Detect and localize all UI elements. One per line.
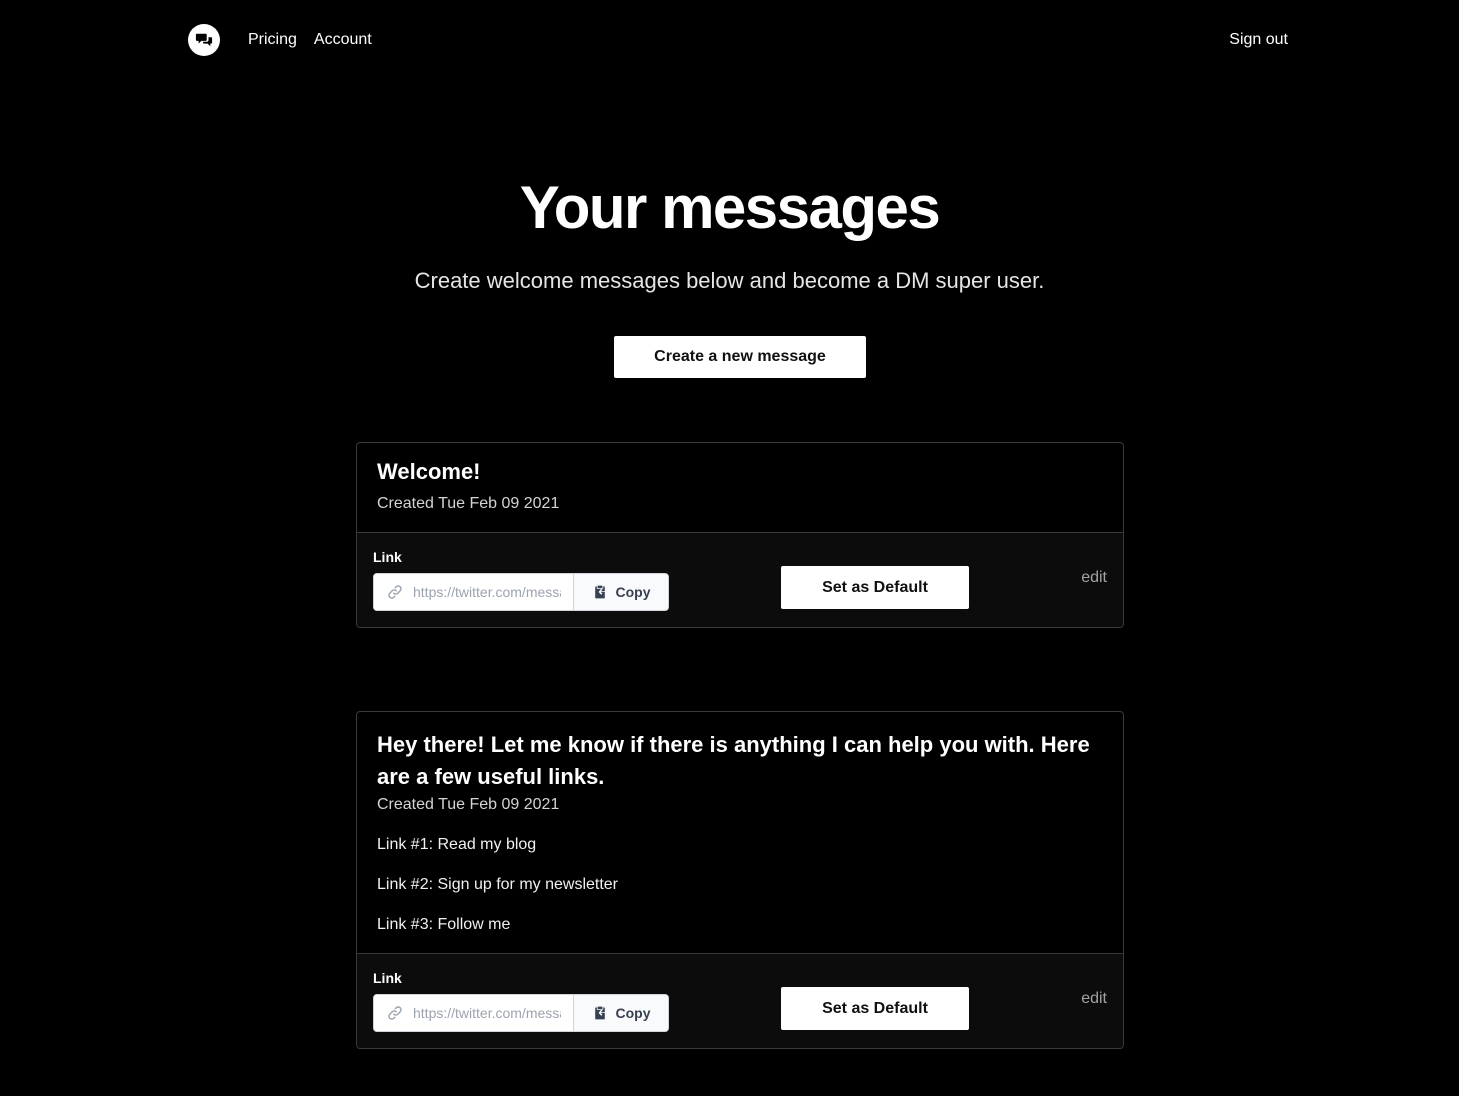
- page-title: Your messages: [519, 174, 941, 241]
- nav-pricing-link[interactable]: Pricing: [248, 31, 297, 49]
- copy-label: Copy: [615, 1005, 651, 1021]
- nav-account-link[interactable]: Account: [314, 31, 372, 49]
- copy-link-button[interactable]: Copy: [574, 574, 668, 610]
- clipboard-icon: [594, 1006, 605, 1020]
- edit-message-link[interactable]: edit: [1081, 990, 1107, 1008]
- link-input-wrapper: [374, 995, 574, 1031]
- chat-bubbles-icon: [195, 33, 213, 47]
- copy-link-button[interactable]: Copy: [574, 995, 668, 1031]
- sign-out-link[interactable]: Sign out: [1229, 31, 1288, 49]
- link-label: Link: [373, 549, 402, 565]
- set-default-button[interactable]: Set as Default: [781, 987, 969, 1030]
- message-card-footer: Link Copy Set as Default edit: [357, 532, 1123, 627]
- message-title: Hey there! Let me know if there is anyth…: [377, 732, 1090, 789]
- page-subtitle: Create welcome messages below and become…: [414, 268, 1045, 293]
- set-default-button[interactable]: Set as Default: [781, 566, 969, 609]
- link-field-group: Copy: [373, 994, 669, 1032]
- link-icon: [388, 585, 402, 599]
- message-card: Hey there! Let me know if there is anyth…: [356, 711, 1124, 1049]
- message-title: Welcome!: [377, 459, 481, 484]
- copy-label: Copy: [615, 584, 651, 600]
- link-input-wrapper: [374, 574, 574, 610]
- link-field-group: Copy: [373, 573, 669, 611]
- top-nav: Pricing Account Sign out: [188, 24, 1288, 56]
- message-card-body: Hey there! Let me know if there is anyth…: [357, 712, 1123, 953]
- message-line: Link #1: Read my blog: [377, 836, 537, 853]
- link-label: Link: [373, 970, 402, 986]
- message-link-input[interactable]: [413, 584, 561, 600]
- message-card: Welcome! Created Tue Feb 09 2021 Link Co…: [356, 442, 1124, 628]
- message-created-date: Created Tue Feb 09 2021: [377, 495, 560, 512]
- message-card-body: Welcome! Created Tue Feb 09 2021: [357, 443, 1123, 532]
- clipboard-icon: [594, 585, 605, 599]
- message-card-footer: Link Copy Set as Default edit: [357, 953, 1123, 1048]
- link-icon: [388, 1006, 402, 1020]
- message-line: Link #3: Follow me: [377, 916, 511, 933]
- hero: Your messages Create welcome messages be…: [0, 172, 1459, 296]
- message-created-date: Created Tue Feb 09 2021: [377, 796, 560, 813]
- message-link-input[interactable]: [413, 1005, 561, 1021]
- logo[interactable]: [188, 24, 220, 56]
- edit-message-link[interactable]: edit: [1081, 569, 1107, 587]
- create-message-button[interactable]: Create a new message: [614, 336, 866, 378]
- message-line: Link #2: Sign up for my newsletter: [377, 876, 619, 893]
